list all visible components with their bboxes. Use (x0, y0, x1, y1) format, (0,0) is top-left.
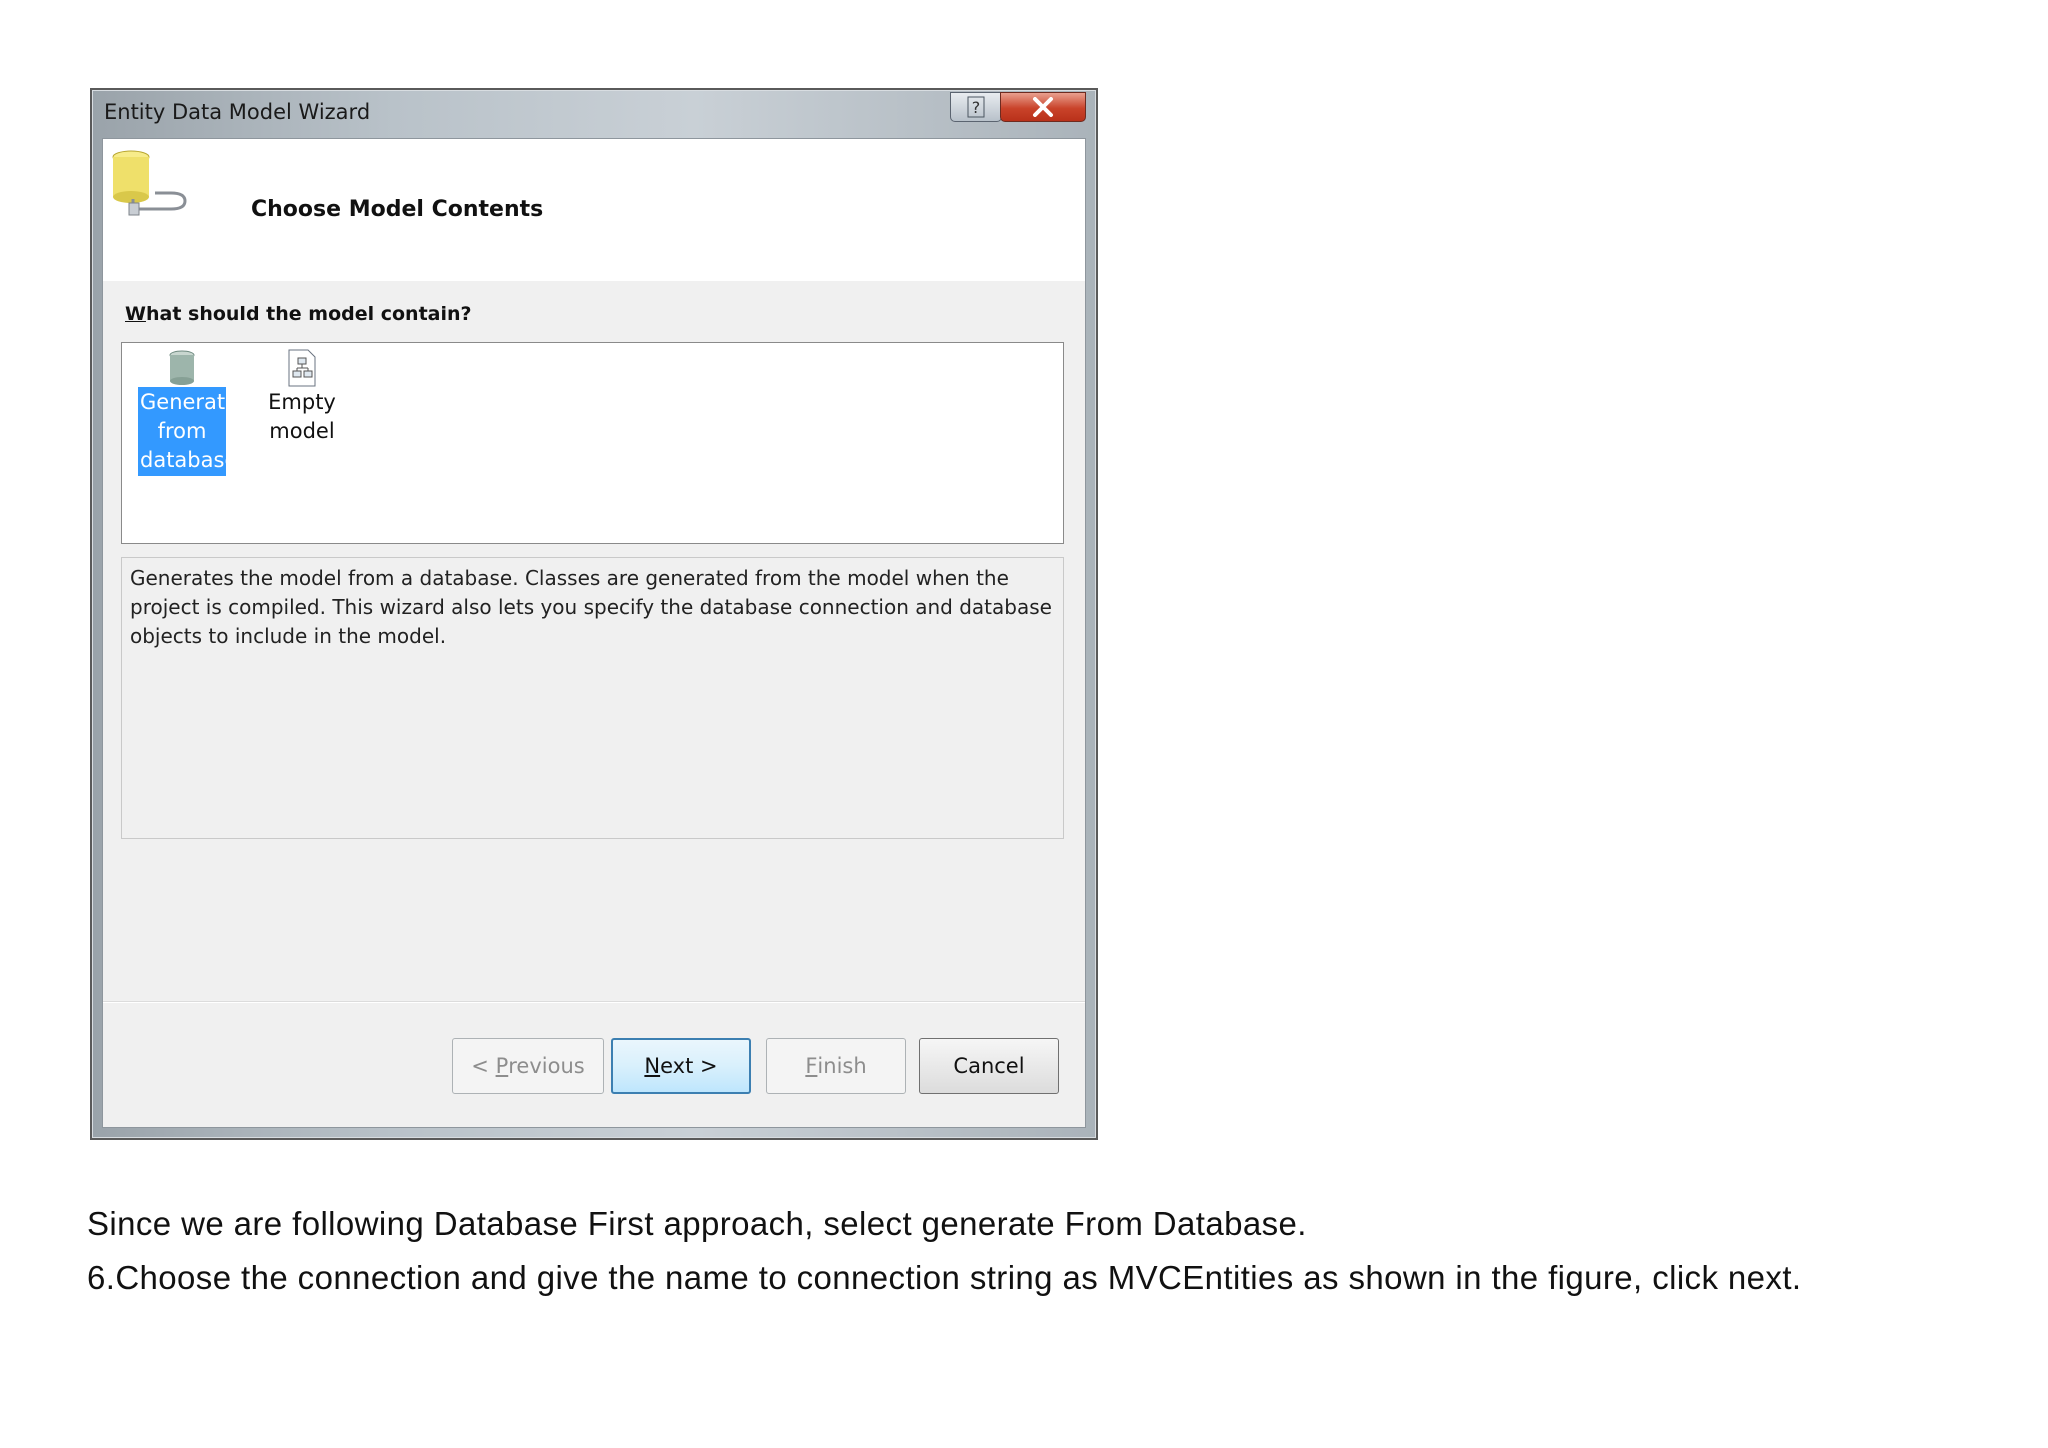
close-icon (1033, 97, 1053, 117)
next-button[interactable]: Next > (611, 1038, 751, 1094)
option-empty-label: Empty model (266, 387, 338, 447)
option-generate-from-database[interactable]: Generate from database (134, 343, 238, 476)
option-generate-label: Generate from database (138, 387, 238, 476)
previous-label: revious (508, 1054, 585, 1078)
database-plug-icon (112, 150, 187, 216)
option-generate-line-1: Generate (140, 390, 239, 414)
question-mnemonic: W (125, 303, 146, 325)
title-bar[interactable]: Entity Data Model Wizard ? (92, 90, 1096, 138)
question-text: hat should the model contain? (145, 303, 472, 325)
svg-text:?: ? (972, 98, 981, 117)
close-button[interactable] (1000, 92, 1086, 122)
previous-mnemonic: P (495, 1054, 509, 1078)
document-paragraph-1: Since we are following Database First ap… (87, 1205, 1307, 1242)
option-empty-model[interactable]: Empty model (254, 343, 350, 447)
previous-prefix: < (471, 1054, 496, 1078)
empty-model-document-icon (288, 349, 316, 387)
help-icon: ? (967, 96, 985, 118)
next-mnemonic: N (644, 1054, 661, 1078)
model-contents-question: What should the model contain? (125, 303, 472, 325)
previous-button[interactable]: < Previous (452, 1038, 604, 1094)
finish-button[interactable]: Finish (766, 1038, 906, 1094)
entity-data-model-wizard-window: Entity Data Model Wizard ? Choose Model (90, 88, 1098, 1140)
model-options-list: Generate from database Empty model (121, 342, 1064, 544)
wizard-header: Choose Model Contents (103, 139, 1085, 281)
footer-divider (103, 1001, 1085, 1003)
document-paragraph-2: 6.Choose the connection and give the nam… (87, 1259, 1802, 1296)
finish-label: inish (817, 1054, 867, 1078)
option-empty-line-1: Empty (268, 390, 336, 414)
cancel-button[interactable]: Cancel (919, 1038, 1059, 1094)
option-generate-line-3: database (140, 448, 238, 472)
help-button[interactable]: ? (950, 92, 1002, 122)
wizard-client-area: Choose Model Contents What should the mo… (102, 138, 1086, 1128)
option-generate-line-2: from (157, 419, 207, 443)
page-heading: Choose Model Contents (251, 197, 544, 222)
option-empty-line-2: model (269, 419, 335, 443)
window-title: Entity Data Model Wizard (104, 100, 371, 124)
next-label: ext > (660, 1054, 718, 1078)
finish-mnemonic: F (805, 1054, 818, 1078)
option-description: Generates the model from a database. Cla… (121, 557, 1064, 839)
database-cylinder-icon (169, 350, 195, 385)
